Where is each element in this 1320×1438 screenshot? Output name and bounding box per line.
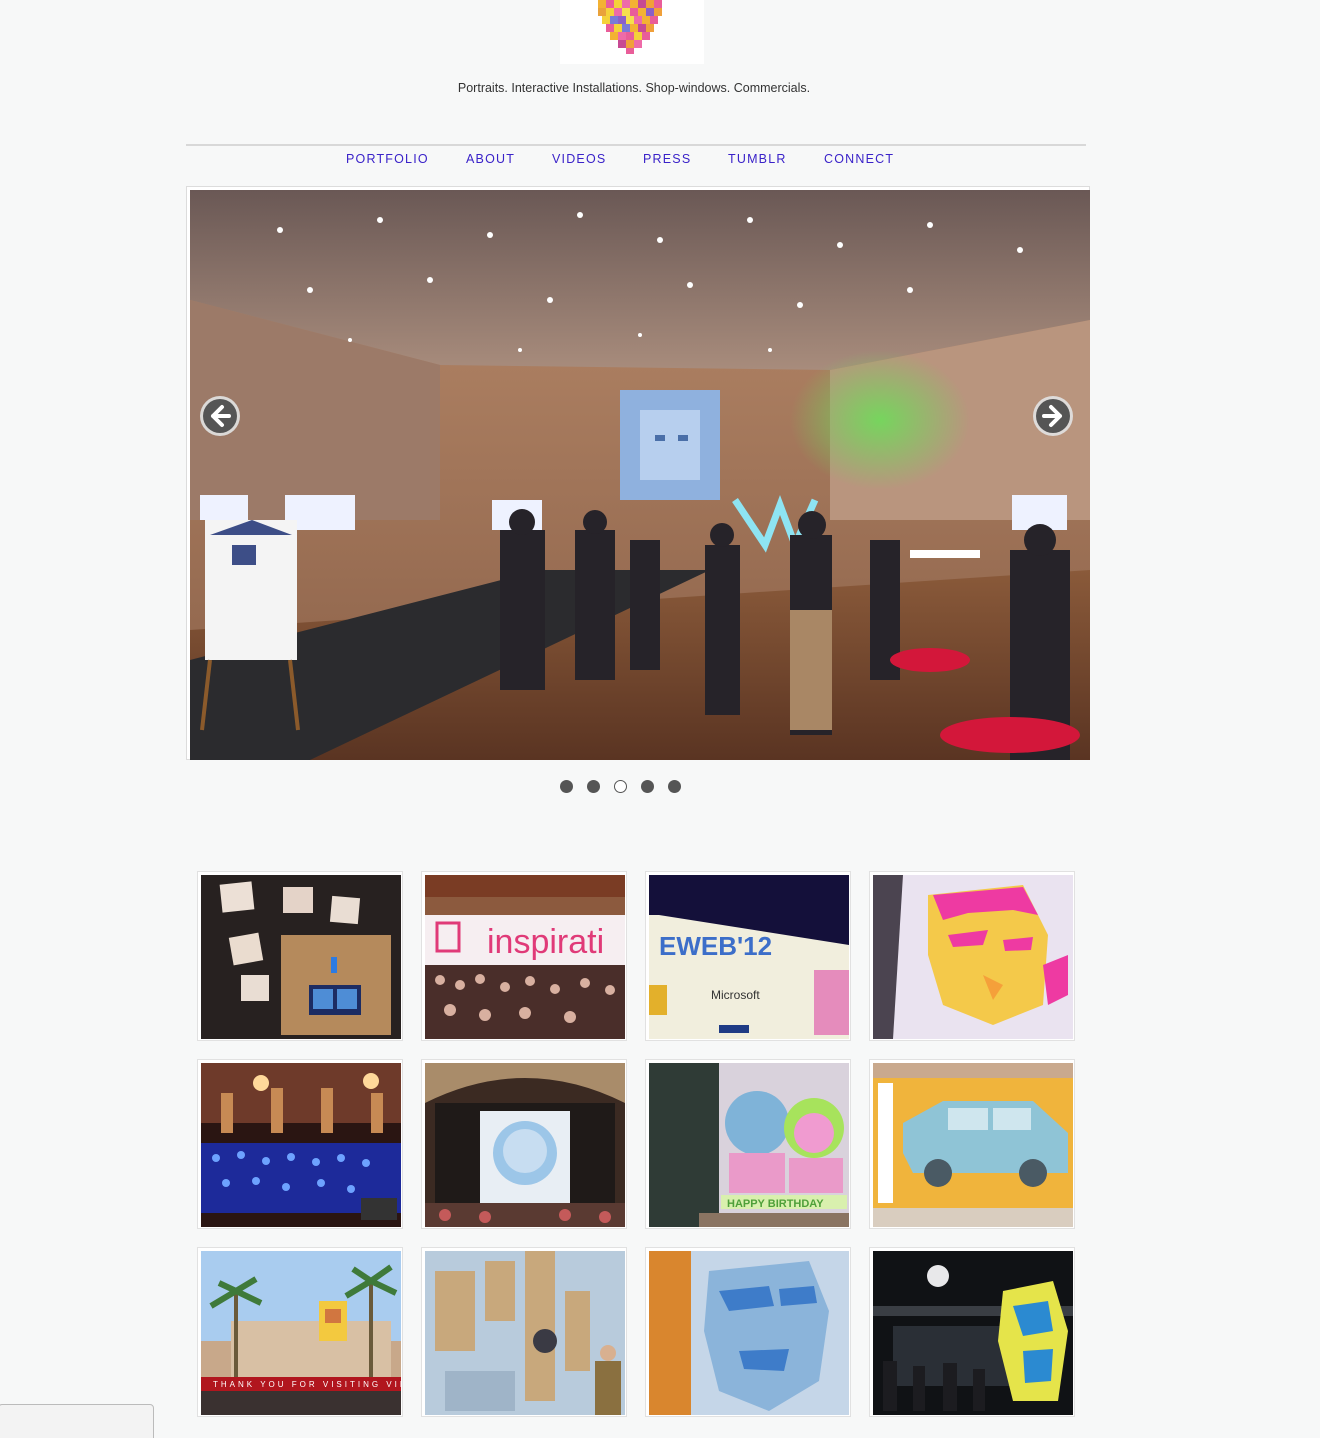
site-logo[interactable]	[560, 0, 704, 64]
thumbnail-image: EWEB'12 Microsoft	[649, 875, 849, 1039]
arrow-right-icon	[1036, 399, 1070, 433]
nav-item-tumblr[interactable]: TUMBLR	[728, 152, 787, 166]
slider-dot-1[interactable]	[560, 780, 573, 793]
image-slider	[186, 186, 1090, 760]
gallery-thumbnail[interactable]: inspirati	[421, 871, 627, 1041]
gallery-thumbnail[interactable]: EWEB'12 Microsoft	[645, 871, 851, 1041]
bottom-tab[interactable]	[0, 1404, 154, 1438]
gallery-thumbnail[interactable]	[421, 1059, 627, 1229]
thumbnail-image	[649, 1251, 849, 1415]
main-nav: PORTFOLIO ABOUT VIDEOS PRESS TUMBLR CONN…	[186, 152, 1086, 172]
nav-item-about[interactable]: ABOUT	[466, 152, 515, 166]
nav-item-connect[interactable]: CONNECT	[824, 152, 894, 166]
thumbnail-image	[873, 1063, 1073, 1227]
gallery-thumbnail[interactable]	[197, 1059, 403, 1229]
svg-text:EWEB'12: EWEB'12	[659, 931, 772, 961]
slider-dot-3[interactable]	[614, 780, 627, 793]
slider-dot-2[interactable]	[587, 780, 600, 793]
thumbnail-image	[201, 1063, 401, 1227]
gallery-thumbnail[interactable]	[869, 1247, 1075, 1417]
arrow-left-icon	[203, 399, 237, 433]
slider-dot-4[interactable]	[641, 780, 654, 793]
svg-text:HAPPY BIRTHDAY: HAPPY BIRTHDAY	[727, 1198, 824, 1210]
pixel-portrait-logo-icon	[598, 0, 662, 54]
gallery-thumbnail[interactable]: HAPPY BIRTHDAY	[645, 1059, 851, 1229]
nav-item-portfolio[interactable]: PORTFOLIO	[346, 152, 429, 166]
page: Portraits. Interactive Installations. Sh…	[0, 0, 1320, 1438]
svg-text:inspirati: inspirati	[487, 923, 604, 961]
slider-next-button[interactable]	[1033, 396, 1073, 436]
gallery-thumbnail[interactable]	[869, 871, 1075, 1041]
gallery-thumbnail[interactable]	[869, 1059, 1075, 1229]
nav-item-press[interactable]: PRESS	[643, 152, 691, 166]
thumbnail-image: inspirati	[425, 875, 625, 1039]
thumbnail-image	[425, 1251, 625, 1415]
nav-divider	[186, 144, 1086, 146]
thumbnail-image: HAPPY BIRTHDAY	[649, 1063, 849, 1227]
slider-prev-button[interactable]	[200, 396, 240, 436]
thumbnail-image	[201, 875, 401, 1039]
site-tagline: Portraits. Interactive Installations. Sh…	[457, 81, 811, 95]
gallery-thumbnail[interactable]	[645, 1247, 851, 1417]
gallery-thumbnail[interactable]	[421, 1247, 627, 1417]
gallery-thumbnail[interactable]: THANK YOU FOR VISITING VIEJ	[197, 1247, 403, 1417]
thumbnail-image	[873, 875, 1073, 1039]
svg-text:Microsoft: Microsoft	[711, 988, 760, 1002]
gallery-thumbnail[interactable]	[197, 871, 403, 1041]
thumbnail-image: THANK YOU FOR VISITING VIEJ	[201, 1251, 401, 1415]
nav-item-videos[interactable]: VIDEOS	[552, 152, 606, 166]
thumbnail-image	[425, 1063, 625, 1227]
slider-dot-5[interactable]	[668, 780, 681, 793]
slide-image	[190, 190, 1090, 760]
svg-text:THANK YOU FOR VISITING VIEJ: THANK YOU FOR VISITING VIEJ	[213, 1380, 401, 1389]
thumbnail-image	[873, 1251, 1073, 1415]
